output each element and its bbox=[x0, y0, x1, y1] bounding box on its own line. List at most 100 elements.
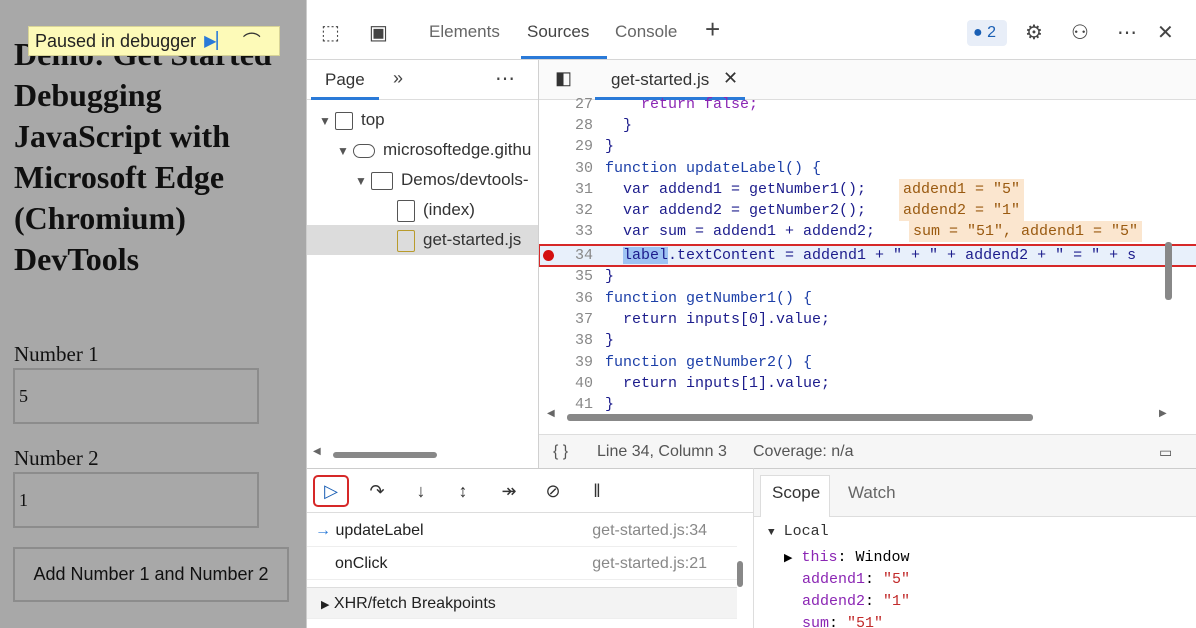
more-panels-icon[interactable]: » bbox=[393, 68, 403, 89]
expand-triangle-icon: ▼ bbox=[319, 114, 331, 128]
code-line[interactable]: 40 return inputs[1].value; bbox=[539, 373, 1196, 394]
more-options-icon[interactable]: ⋯ bbox=[1117, 20, 1137, 45]
scroll-left-icon[interactable]: ◀ bbox=[547, 408, 555, 419]
breakpoint-marker[interactable] bbox=[543, 250, 554, 261]
expand-triangle-icon: ▼ bbox=[337, 144, 349, 158]
cloud-icon bbox=[353, 143, 375, 158]
number1-input[interactable] bbox=[13, 368, 259, 424]
code-line[interactable]: 32 var addend2 = getNumber2(); addend2 = … bbox=[539, 200, 1196, 221]
devtools-tabbar: ⬚ ▣ Elements Sources Console + ● 2 ⚙ ⚇ ⋯… bbox=[307, 8, 1196, 60]
code-area[interactable]: 27 return false; 28 } 29} 30 function upd… bbox=[539, 96, 1196, 413]
resume-icon[interactable]: ▶▏ bbox=[204, 31, 229, 51]
code-line[interactable]: 37 return inputs[0].value; bbox=[539, 309, 1196, 330]
expand-triangle-icon: ▼ bbox=[355, 174, 367, 188]
issues-badge[interactable]: ● 2 bbox=[967, 20, 1007, 46]
editor-vertical-scrollbar[interactable] bbox=[1165, 242, 1172, 300]
inline-value: addend2 = "1" bbox=[899, 200, 1025, 221]
code-line[interactable]: 35} bbox=[539, 266, 1196, 287]
number2-input[interactable] bbox=[13, 472, 259, 528]
scope-entry[interactable]: ▶ this: Window bbox=[784, 549, 910, 566]
frame-location: get-started.js:34 bbox=[592, 522, 707, 539]
tree-item-folder[interactable]: ▼ Demos/devtools- bbox=[307, 165, 538, 195]
code-line[interactable]: 38} bbox=[539, 330, 1196, 351]
step-over-icon[interactable]: ⌒ bbox=[243, 28, 261, 54]
add-numbers-button[interactable]: Add Number 1 and Number 2 bbox=[13, 547, 289, 602]
code-line[interactable]: 31 var addend1 = getNumber1(); addend1 = … bbox=[539, 179, 1196, 200]
step-over-button[interactable]: ↷ bbox=[361, 477, 393, 505]
tab-console[interactable]: Console bbox=[615, 22, 677, 42]
demo-page: Demo: Get Started Debugging JavaScript w… bbox=[0, 0, 306, 628]
tree-item-get-started-js[interactable]: get-started.js bbox=[307, 225, 538, 255]
call-stack-frame[interactable]: onClick get-started.js:21 bbox=[307, 548, 737, 580]
code-line[interactable]: 28 } bbox=[539, 115, 1196, 136]
devtools-panel: ⬚ ▣ Elements Sources Console + ● 2 ⚙ ⚇ ⋯… bbox=[306, 0, 1196, 628]
more-tabs-plus-icon[interactable]: + bbox=[705, 14, 720, 45]
page-title: Demo: Get Started Debugging JavaScript w… bbox=[14, 36, 272, 277]
pretty-print-icon[interactable]: { } bbox=[553, 435, 568, 468]
cursor-position: Line 34, Column 3 bbox=[597, 443, 727, 460]
navigator-header: Page » ⋯ bbox=[307, 60, 538, 100]
tree-item-index[interactable]: (index) bbox=[307, 195, 538, 225]
tab-scope[interactable]: Scope bbox=[772, 483, 820, 503]
paused-in-debugger-banner: Paused in debugger ▶▏ ⌒ bbox=[28, 26, 280, 56]
resume-button[interactable]: ▷ bbox=[313, 475, 349, 507]
file-navigator: Page » ⋯ ▼ top ▼ microsoftedge.githu ▼ Demo… bbox=[307, 60, 539, 468]
navigator-menu-icon[interactable]: ⋯ bbox=[495, 66, 515, 91]
issues-count: 2 bbox=[987, 24, 997, 41]
pause-on-exceptions-button[interactable]: ‖ bbox=[581, 477, 613, 505]
deactivate-breakpoints-button[interactable]: ⊘ bbox=[537, 477, 569, 505]
tab-page[interactable]: Page bbox=[325, 70, 365, 90]
inline-value: sum = "51", addend1 = "5" bbox=[909, 221, 1143, 242]
code-line[interactable]: 39 function getNumber2() { bbox=[539, 352, 1196, 373]
tab-watch[interactable]: Watch bbox=[848, 483, 896, 503]
code-line[interactable]: 29} bbox=[539, 136, 1196, 157]
scope-entry[interactable]: addend2: "1" bbox=[802, 593, 910, 610]
collapse-triangle-icon: ▶ bbox=[321, 599, 330, 611]
code-line[interactable]: 33 var sum = addend1 + addend2; sum = "51… bbox=[539, 221, 1196, 242]
gear-icon[interactable]: ⚙ bbox=[1025, 20, 1043, 45]
coverage-status: Coverage: n/a bbox=[753, 443, 854, 460]
debugger-toolbar: ▷ ↷ ↓ ↕ ↠ ⊘ ‖ bbox=[307, 469, 753, 513]
code-line[interactable]: 36 function getNumber1() { bbox=[539, 288, 1196, 309]
toggle-navigator-icon[interactable]: ◧ bbox=[555, 68, 572, 89]
number1-label: Number 1 bbox=[14, 342, 99, 366]
step-button[interactable]: ↠ bbox=[493, 477, 525, 505]
tab-elements[interactable]: Elements bbox=[429, 22, 500, 42]
step-into-button[interactable]: ↓ bbox=[405, 477, 437, 505]
number2-label: Number 2 bbox=[14, 446, 99, 470]
call-stack-scrollbar[interactable] bbox=[737, 561, 743, 587]
device-emulation-icon[interactable]: ▣ bbox=[369, 20, 388, 45]
navigator-horizontal-scrollbar[interactable] bbox=[333, 452, 437, 458]
scope-section-local[interactable]: ▼ Local bbox=[768, 523, 829, 540]
step-out-button[interactable]: ↕ bbox=[447, 477, 479, 505]
scroll-left-icon[interactable]: ◀ bbox=[313, 446, 321, 457]
close-icon[interactable]: ✕ bbox=[1157, 20, 1174, 45]
code-editor: ◧ get-started.js ✕ 27 return false; 28 }… bbox=[539, 60, 1196, 468]
scope-watch-tabbar: Scope Watch bbox=[754, 469, 1196, 517]
code-line[interactable]: 41} bbox=[539, 394, 1196, 415]
frame-icon bbox=[335, 111, 353, 130]
scroll-right-icon[interactable]: ▶ bbox=[1159, 408, 1167, 419]
xhr-breakpoints-section[interactable]: ▶ XHR/fetch Breakpoints bbox=[307, 587, 737, 619]
tab-sources[interactable]: Sources bbox=[527, 22, 589, 42]
code-line[interactable]: 27 return false; bbox=[539, 94, 1196, 115]
page-tab-underline bbox=[311, 97, 379, 100]
close-tab-icon[interactable]: ✕ bbox=[723, 68, 738, 89]
paused-breakpoint-line[interactable]: 34 label.textContent = addend1 + " + " + … bbox=[539, 244, 1196, 267]
selected-token: label bbox=[623, 247, 669, 264]
inspect-element-icon[interactable]: ⬚ bbox=[321, 20, 340, 45]
editor-file-tab[interactable]: get-started.js bbox=[611, 70, 709, 90]
tree-item-top[interactable]: ▼ top bbox=[307, 105, 538, 135]
connection-icon[interactable]: ⚇ bbox=[1071, 20, 1089, 45]
scope-entry[interactable]: addend1: "5" bbox=[802, 571, 910, 588]
current-frame-arrow-icon: → bbox=[315, 522, 331, 539]
call-stack-frame[interactable]: → updateLabel get-started.js:34 bbox=[307, 515, 737, 547]
editor-status-bar: { } Line 34, Column 3 Coverage: n/a ▭ bbox=[539, 434, 1196, 468]
inline-value: addend1 = "5" bbox=[899, 179, 1025, 200]
editor-horizontal-scrollbar[interactable] bbox=[567, 414, 1033, 421]
tree-item-domain[interactable]: ▼ microsoftedge.githu bbox=[307, 135, 538, 165]
code-line[interactable]: 30 function updateLabel() { bbox=[539, 158, 1196, 179]
paused-banner-text: Paused in debugger bbox=[35, 30, 197, 51]
scope-entry[interactable]: sum: "51" bbox=[802, 615, 883, 628]
screenshot-icon[interactable]: ▭ bbox=[1159, 435, 1172, 468]
